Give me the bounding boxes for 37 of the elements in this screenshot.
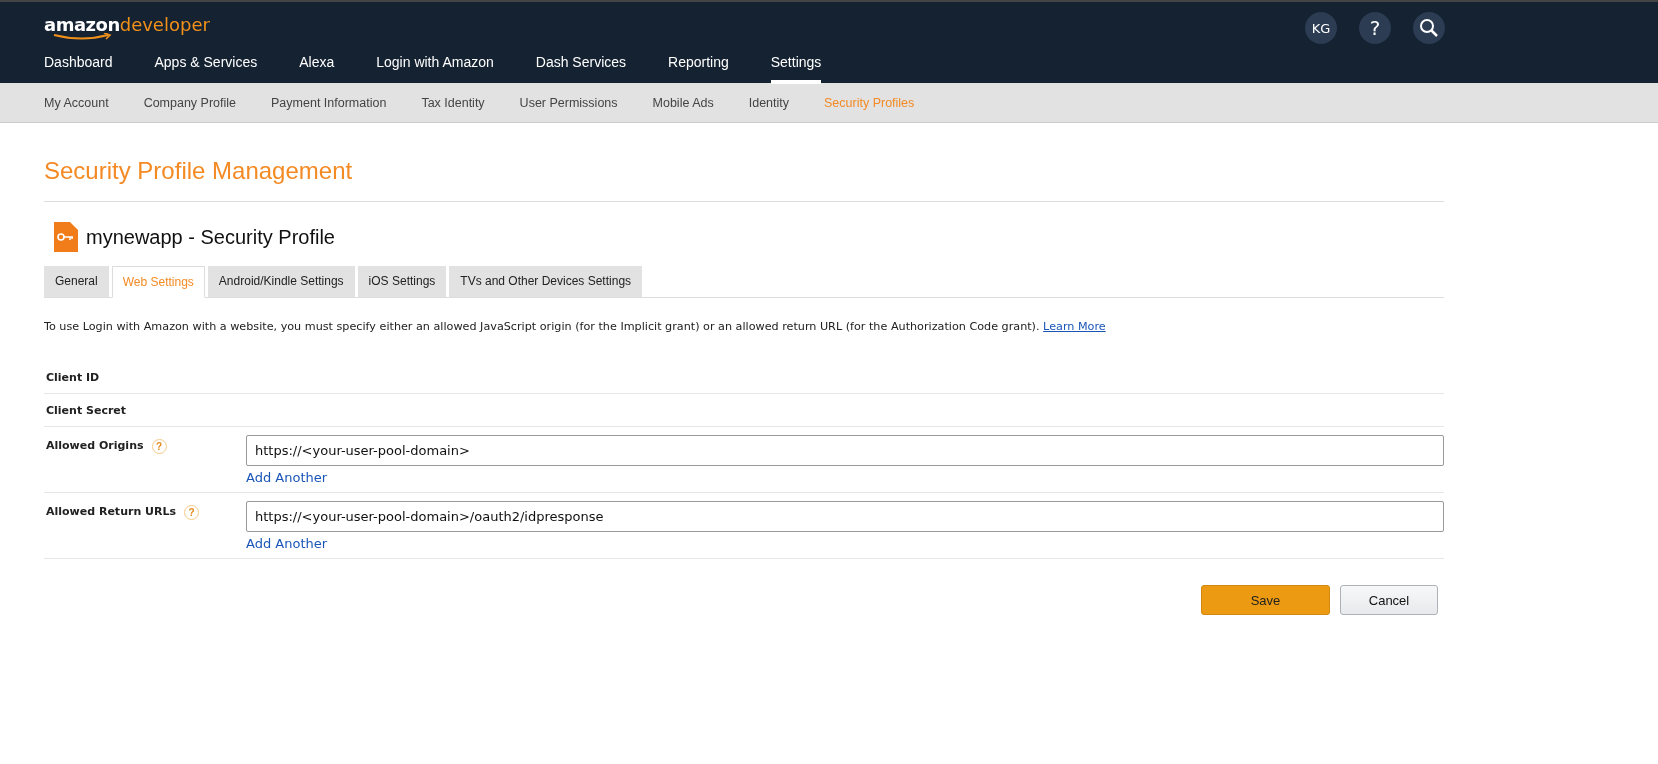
add-another-link[interactable]: Add Another	[246, 470, 328, 485]
amazon-developer-logo[interactable]: amazondeveloper	[44, 13, 210, 41]
profile-tab[interactable]: iOS Settings	[357, 266, 447, 297]
description-text: To use Login with Amazon with a website, you must specify either an allowed JavaScript origin (for the Implicit grant) or an allowed return URL (for the Authorization Code grant). Learn More	[44, 320, 1107, 333]
field-label: Client ID	[46, 371, 100, 384]
url-input-field[interactable]: https://<your-user-pool-domain>/oauth2/idpresponse	[246, 501, 1444, 532]
subnav-link[interactable]: My Account	[44, 95, 109, 110]
nav-tab[interactable]: Reporting	[668, 48, 729, 84]
key-icon	[54, 222, 78, 252]
field-label: Allowed Origins	[46, 439, 144, 452]
subnav-link[interactable]: Company Profile	[143, 95, 237, 110]
subnav-link[interactable]: Tax Identity	[421, 95, 485, 110]
nav-tab[interactable]: Dash Services	[535, 48, 627, 84]
url-input-field[interactable]: https://<your-user-pool-domain>	[246, 435, 1444, 466]
search-button[interactable]	[1413, 12, 1445, 44]
learn-more-link[interactable]: Learn More	[1043, 320, 1106, 333]
add-another-link[interactable]: Add Another	[246, 536, 328, 551]
nav-tab[interactable]: Alexa	[299, 48, 335, 84]
profile-tab[interactable]: TVs and Other Devices Settings	[449, 266, 643, 297]
subnav-link[interactable]: Mobile Ads	[652, 95, 714, 110]
search-icon	[1419, 18, 1439, 38]
save-button[interactable]: Save	[1201, 585, 1330, 615]
field-label: Client Secret	[46, 404, 127, 417]
nav-tab[interactable]: Dashboard	[44, 48, 113, 84]
subnav-link[interactable]: Identity	[748, 95, 789, 110]
help-button[interactable]: ?	[1359, 12, 1391, 44]
page-title: Security Profile Management	[44, 157, 354, 185]
subnav-link[interactable]: Payment Information	[271, 95, 387, 110]
profile-title: mynewapp - Security Profile	[86, 225, 335, 249]
field-label: Allowed Return URLs	[46, 505, 176, 518]
subnav-link[interactable]: User Permissions	[519, 95, 618, 110]
profile-tab[interactable]: General	[44, 266, 109, 297]
nav-tab[interactable]: Login with Amazon	[376, 48, 494, 84]
profile-tab[interactable]: Android/Kindle Settings	[207, 266, 355, 297]
nav-tab[interactable]: Apps & Services	[154, 48, 258, 84]
cancel-button[interactable]: Cancel	[1340, 585, 1438, 615]
user-avatar-button[interactable]: KG	[1305, 12, 1337, 44]
